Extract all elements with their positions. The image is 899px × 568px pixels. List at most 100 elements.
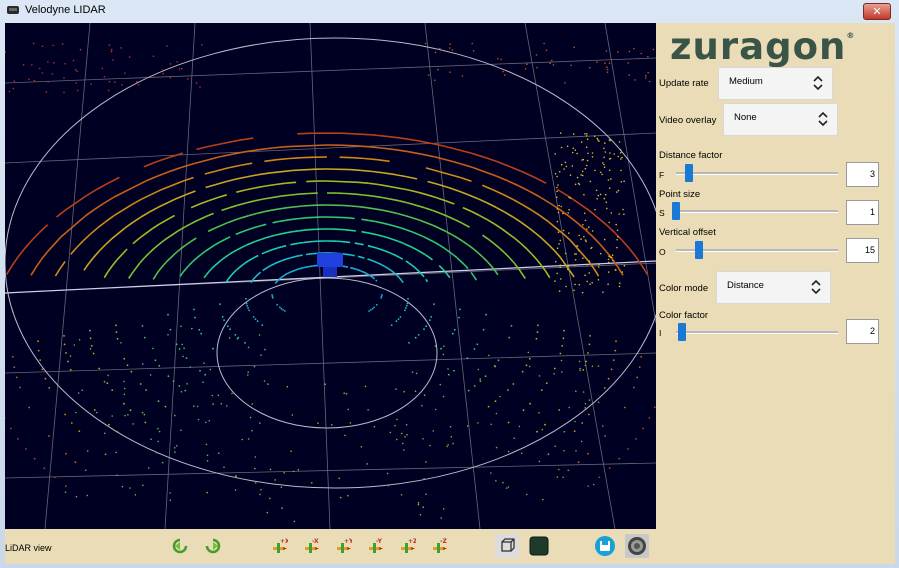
lidar-point	[425, 325, 428, 328]
point-cloud-canvas[interactable]	[5, 23, 656, 529]
lidar-scan-segment	[258, 147, 273, 151]
window-title: Velodyne LIDAR	[25, 4, 106, 16]
lidar-scan-segment	[486, 260, 492, 267]
lidar-scan-segment	[299, 267, 302, 270]
color-factor-input[interactable]: 2	[846, 319, 879, 344]
video-overlay-select[interactable]: None	[723, 103, 838, 136]
save-button[interactable]	[593, 534, 617, 558]
lidar-point	[110, 50, 113, 53]
lidar-point	[231, 392, 233, 395]
lidar-point	[543, 42, 545, 45]
lidar-point	[607, 271, 610, 273]
vertical-offset-thumb[interactable]	[695, 241, 704, 259]
lidar-scan-segment	[522, 171, 535, 179]
rotate-right-icon[interactable]	[204, 537, 222, 555]
lidar-point	[86, 494, 89, 497]
lidar-point	[547, 453, 550, 456]
lidar-scan-segment	[417, 233, 425, 238]
lidar-point	[169, 492, 171, 494]
plus-z-icon[interactable]: +Z	[398, 537, 416, 555]
lidar-point	[390, 324, 393, 326]
control-panel: zuragon® Update rate Medium Video overla…	[656, 23, 895, 529]
minus-z-icon[interactable]: -Z	[430, 537, 448, 555]
grid-line	[5, 57, 656, 84]
lidar-point	[572, 147, 575, 150]
vertical-offset-input[interactable]: 15	[846, 238, 879, 263]
lidar-point	[636, 376, 639, 379]
plus-x-icon[interactable]: +X	[270, 537, 288, 555]
lidar-point	[103, 76, 106, 78]
close-button[interactable]: ✕	[863, 3, 891, 20]
grid-line	[604, 23, 656, 324]
lidar-scan-segment	[360, 270, 363, 273]
lidar-scan-segment	[297, 132, 313, 135]
lidar-point	[371, 307, 374, 310]
settings-button[interactable]	[625, 534, 649, 558]
lidar-point	[259, 493, 261, 496]
lidar-point	[282, 309, 284, 311]
distance-factor-input[interactable]: 3	[846, 162, 879, 187]
lidar-scan-segment	[368, 145, 382, 149]
lidar-viewport[interactable]	[5, 23, 656, 529]
lidar-point	[111, 415, 113, 417]
lidar-scan-segment	[264, 266, 268, 270]
toggle-background-button[interactable]	[527, 534, 551, 558]
lidar-scan-segment	[54, 268, 61, 277]
lidar-scan-segment	[351, 205, 360, 208]
lidar-scan-segment	[237, 202, 247, 206]
lidar-point	[74, 461, 77, 464]
lidar-point	[389, 431, 392, 434]
lidar-point	[558, 204, 560, 207]
lidar-point	[226, 325, 229, 328]
lidar-point	[587, 452, 589, 455]
lidar-scan-segment	[605, 251, 614, 260]
title-bar[interactable]: Velodyne LIDAR ✕	[0, 0, 899, 22]
lidar-point	[129, 487, 131, 489]
lidar-point	[598, 263, 600, 266]
lidar-scan-segment	[280, 258, 287, 262]
lidar-scan-segment	[381, 147, 396, 151]
distance-factor-track[interactable]	[676, 172, 838, 175]
point-size-thumb[interactable]	[672, 202, 680, 220]
lidar-point	[617, 51, 619, 53]
lidar-scan-segment	[372, 170, 384, 174]
lidar-point	[176, 61, 178, 63]
view-reset-button[interactable]	[495, 534, 519, 558]
lidar-scan-segment	[502, 193, 514, 201]
lidar-point	[5, 51, 6, 53]
minus-y-icon[interactable]: -Y	[366, 537, 384, 555]
minus-x-icon[interactable]: -X	[302, 537, 320, 555]
lidar-scan-segment	[365, 272, 368, 275]
distance-factor-thumb[interactable]	[685, 164, 694, 182]
lidar-scan-segment	[155, 269, 160, 276]
lidar-point	[184, 389, 187, 392]
color-factor-thumb[interactable]	[678, 323, 687, 341]
lidar-scan-segment	[160, 180, 183, 191]
lidar-point	[607, 258, 610, 261]
lidar-point	[48, 435, 50, 437]
color-mode-select[interactable]: Distance	[716, 271, 831, 304]
point-size-track[interactable]	[676, 210, 838, 213]
lidar-scan-segment	[497, 161, 511, 168]
lidar-point	[459, 308, 461, 311]
lidar-point	[212, 403, 214, 405]
lidar-point	[473, 348, 476, 350]
plus-y-icon[interactable]: +Y	[334, 537, 352, 555]
lidar-point	[610, 256, 613, 259]
point-size-input[interactable]: 1	[846, 200, 879, 225]
rotate-left-icon[interactable]	[171, 537, 189, 555]
lidar-scan-segment	[164, 230, 179, 241]
lidar-scan-segment	[299, 241, 304, 244]
lidar-point	[166, 45, 168, 47]
lidar-point	[241, 438, 243, 441]
lidar-point	[598, 476, 601, 479]
lidar-scan-segment	[354, 193, 364, 196]
lidar-point	[623, 180, 625, 182]
update-rate-select[interactable]: Medium	[718, 67, 833, 100]
lidar-scan-segment	[376, 247, 381, 251]
lidar-point	[607, 283, 609, 286]
lidar-point	[252, 316, 255, 318]
lidar-scan-segment	[285, 181, 297, 184]
color-factor-track[interactable]	[676, 331, 838, 334]
lidar-point	[123, 393, 126, 396]
